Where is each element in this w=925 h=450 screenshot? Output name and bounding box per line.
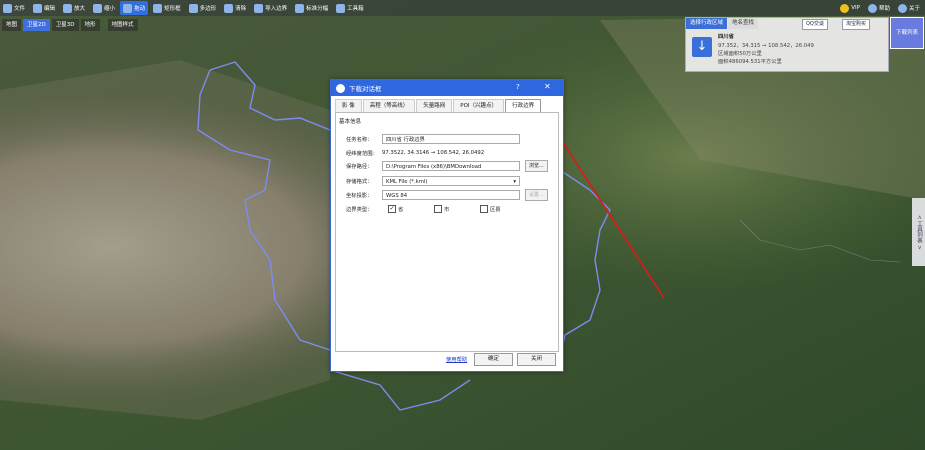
vip-button[interactable]: VIP — [837, 1, 863, 15]
map-type-bar: 地图 卫星2D 卫星3D 地形 地图样式 — [0, 17, 138, 32]
province-checkbox[interactable]: ✓ — [388, 204, 396, 213]
import-icon — [254, 3, 264, 13]
county-label: 区县 — [490, 206, 501, 213]
tab-vector-roads[interactable]: 矢量路网 — [416, 99, 453, 112]
tab-poi[interactable]: POI（兴趣点） — [453, 99, 505, 112]
row-range: 经纬度范围： 97.3522, 34.3146 → 108.542, 26.04… — [346, 147, 484, 158]
province-label: 省 — [398, 206, 404, 213]
tab-elevation[interactable]: 高程（等高线） — [362, 99, 416, 112]
help-link[interactable]: 使用帮助 — [446, 355, 467, 363]
save-path-label: 保存路径： — [346, 163, 373, 170]
tab-admin-boundary[interactable]: 行政边界 — [505, 99, 542, 113]
app-logo-icon — [336, 83, 345, 93]
save-path-input[interactable]: D:\Program Files (x86)\BMDownload — [382, 160, 520, 171]
format-label: 存储格式： — [346, 178, 373, 185]
clear-icon — [224, 3, 234, 13]
ok-button[interactable]: 确定 — [474, 353, 513, 366]
city-checkbox[interactable] — [434, 204, 442, 213]
about-button[interactable]: 关于 — [895, 1, 923, 15]
download-icon[interactable]: ↓ — [692, 37, 712, 57]
download-dialog: 下载对话框 ? ✕ 影 像 高程（等高线） 矢量路网 POI（兴趣点） 行政边界… — [330, 79, 564, 372]
row-format: 存储格式： KML File (*.kml) ▾ — [346, 175, 520, 186]
region-panel: 选择行政区域 地名查找 QQ交谈 淘宝购买 ↓ 四川省 97.352，34.31… — [685, 17, 889, 72]
row-boundary-level: 边界类型： ✓ 省 市 区县 — [346, 203, 501, 214]
toolbar-rectangle[interactable]: 矩形框 — [150, 1, 184, 15]
row-coord: 坐标投影： WGS 84 设置... — [346, 188, 548, 201]
task-name-input[interactable]: 四川省 行政边界 — [382, 133, 520, 144]
map-type-map[interactable]: 地图 — [2, 18, 22, 31]
task-name-label: 任务名称： — [346, 136, 373, 143]
tool-list-side-tab[interactable]: < 工具列表 > — [912, 198, 925, 266]
coord-input[interactable]: WGS 84 — [382, 189, 520, 200]
map-type-satellite-2d[interactable]: 卫星2D — [23, 18, 50, 31]
region-name: 四川省 — [718, 34, 734, 40]
dialog-close-button[interactable]: ✕ — [544, 82, 551, 91]
toolbar-standard-grid[interactable]: 标准分幅 — [292, 1, 331, 15]
toolbar-right: VIP 帮助 关于 — [837, 0, 925, 16]
edit-icon — [33, 3, 43, 13]
region-area-1: 区域面积50万公里 — [718, 51, 762, 57]
download-list-button[interactable]: 下载列表 — [890, 17, 924, 49]
range-value: 97.3522, 34.3146 → 108.542, 26.0492 — [382, 149, 485, 156]
help-icon — [867, 3, 877, 13]
hand-icon — [123, 3, 133, 13]
tab-imagery[interactable]: 影 像 — [335, 99, 362, 112]
vip-icon — [840, 3, 850, 13]
dialog-tabs: 影 像 高程（等高线） 矢量路网 POI（兴趣点） 行政边界 — [335, 99, 542, 113]
map-style-button[interactable]: 地图样式 — [107, 18, 138, 31]
toolbar-edit[interactable]: 编辑 — [30, 1, 58, 15]
toolbox-icon — [336, 3, 346, 13]
city-label: 市 — [444, 206, 450, 213]
toolbar-zoom-in[interactable]: 放大 — [60, 1, 88, 15]
dialog-titlebar: 下载对话框 — [331, 80, 563, 96]
toolbar-pan[interactable]: 拖动 — [120, 1, 149, 15]
qq-chat-button[interactable]: QQ交谈 — [802, 19, 828, 30]
region-area-2: 面积486094.531平方公里 — [718, 59, 782, 65]
zoom-out-icon — [93, 3, 103, 13]
range-label: 经纬度范围： — [346, 150, 378, 157]
polygon-icon — [188, 3, 198, 13]
browse-button[interactable]: 浏览... — [525, 159, 548, 172]
dialog-help-button[interactable]: ? — [516, 83, 520, 91]
row-task-name: 任务名称： 四川省 行政边界 — [346, 133, 520, 144]
dialog-footer: 使用帮助 确定 关闭 — [331, 352, 563, 368]
county-checkbox[interactable] — [480, 204, 488, 213]
toolbar-clear[interactable]: 清除 — [221, 1, 249, 15]
toolbar-zoom-out[interactable]: 缩小 — [90, 1, 118, 15]
map-type-terrain[interactable]: 地形 — [80, 18, 100, 31]
file-icon — [3, 3, 12, 13]
cancel-button[interactable]: 关闭 — [517, 353, 556, 366]
tab-name-search[interactable]: 地名查找 — [728, 18, 759, 29]
map-type-satellite-3d[interactable]: 卫星3D — [51, 18, 79, 31]
toolbar-file[interactable]: 文件 — [0, 1, 28, 15]
grid-icon — [295, 3, 305, 13]
chevron-down-icon: ▾ — [513, 178, 516, 185]
info-icon — [897, 3, 907, 13]
region-info: ↓ 四川省 97.352，34.315 → 108.542，26.049 区域面… — [686, 31, 888, 71]
dialog-title: 下载对话框 — [349, 85, 382, 93]
rectangle-icon — [153, 3, 163, 13]
tab-region-select[interactable]: 选择行政区域 — [686, 18, 728, 29]
help-button[interactable]: 帮助 — [865, 1, 893, 15]
region-coords: 97.352，34.315 → 108.542，26.049 — [718, 43, 814, 49]
format-select[interactable]: KML File (*.kml) ▾ — [382, 175, 520, 186]
row-save-path: 保存路径： D:\Program Files (x86)\BMDownload … — [346, 159, 548, 172]
taobao-buy-button[interactable]: 淘宝购买 — [842, 19, 871, 30]
toolbar-import-boundary[interactable]: 导入边界 — [251, 1, 290, 15]
boundary-level-label: 边界类型： — [346, 206, 373, 213]
section-basic-info: 基本信息 — [339, 119, 362, 125]
coord-label: 坐标投影： — [346, 192, 373, 199]
setting-button[interactable]: 设置... — [525, 188, 548, 201]
zoom-in-icon — [63, 3, 73, 13]
main-toolbar: 文件 编辑 放大 缩小 拖动 矩形框 多边形 清除 导入边界 标准分幅 工具箱 … — [0, 0, 925, 16]
dialog-body: 基本信息 任务名称： 四川省 行政边界 经纬度范围： 97.3522, 34.3… — [335, 112, 559, 352]
toolbar-polygon[interactable]: 多边形 — [186, 1, 220, 15]
toolbar-toolbox[interactable]: 工具箱 — [333, 1, 367, 15]
